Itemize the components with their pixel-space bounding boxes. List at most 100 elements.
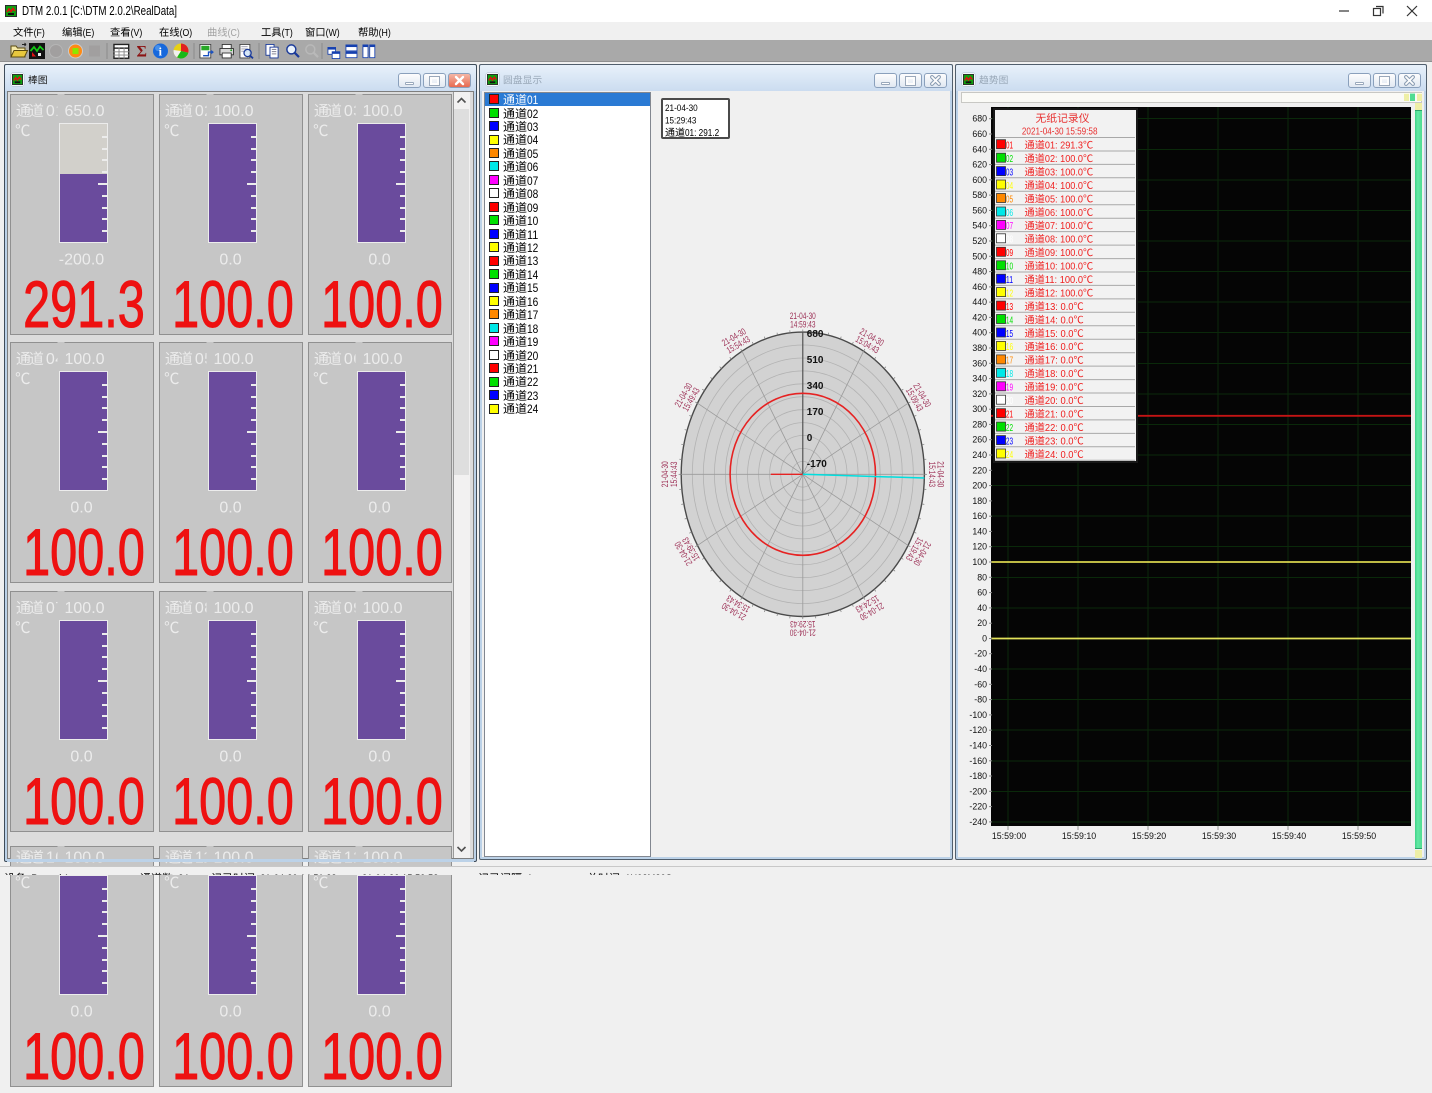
svg-text:08: 100.0: 08: 100.0 — [1045, 235, 1083, 246]
svg-text:08: 08 — [1006, 235, 1013, 246]
svg-text:17: 0.0: 17: 0.0 — [1045, 356, 1074, 367]
svg-text:06: 100.0: 06: 100.0 — [1045, 208, 1083, 219]
svg-text:-60: -60 — [974, 679, 987, 689]
svg-text:15:59:40: 15:59:40 — [1272, 831, 1306, 841]
svg-text:02: 02 — [1006, 154, 1013, 165]
svg-text:11: 100.0: 11: 100.0 — [1045, 275, 1083, 286]
svg-text:0: 0 — [982, 634, 987, 644]
svg-text:660: 660 — [972, 129, 987, 139]
svg-text:12: 12 — [1006, 288, 1013, 299]
svg-text:400: 400 — [972, 328, 987, 338]
svg-text:20: 20 — [1006, 396, 1013, 407]
svg-text:320: 320 — [972, 389, 987, 399]
svg-text:10: 100.0: 10: 100.0 — [1045, 262, 1083, 273]
svg-text:2021-04-30 15:59:58: 2021-04-30 15:59:58 — [1022, 126, 1098, 138]
svg-text:620: 620 — [972, 160, 987, 170]
svg-text:460: 460 — [972, 282, 987, 292]
svg-text:580: 580 — [972, 190, 987, 200]
svg-text:0.0: 0.0 — [219, 1004, 241, 1021]
svg-text:01: 01 — [1006, 141, 1013, 152]
svg-text:120: 120 — [972, 542, 987, 552]
svg-text:0.0: 0.0 — [368, 1004, 390, 1021]
svg-text:20: 0.0: 20: 0.0 — [1045, 396, 1074, 407]
svg-text:560: 560 — [972, 205, 987, 215]
svg-text:15: 0.0: 15: 0.0 — [1045, 329, 1074, 340]
svg-text:140: 140 — [972, 526, 987, 536]
svg-text:15:59:00: 15:59:00 — [992, 831, 1026, 841]
svg-text:11: 11 — [1006, 275, 1013, 286]
svg-text:380: 380 — [972, 343, 987, 353]
svg-text:260: 260 — [972, 435, 987, 445]
svg-text:540: 540 — [972, 221, 987, 231]
svg-text:17: 17 — [1006, 356, 1013, 367]
svg-text:05: 05 — [1006, 194, 1013, 205]
svg-text:60: 60 — [977, 588, 987, 598]
svg-text:160: 160 — [972, 511, 987, 521]
svg-text:03: 100.0: 03: 100.0 — [1045, 167, 1083, 178]
svg-text:19: 19 — [1006, 383, 1013, 394]
svg-text:480: 480 — [972, 267, 987, 277]
svg-text:12: 100.0: 12: 100.0 — [1045, 288, 1083, 299]
svg-text:520: 520 — [972, 236, 987, 246]
svg-text:15:59:20: 15:59:20 — [1132, 831, 1166, 841]
svg-text:22: 22 — [1006, 423, 1013, 434]
svg-text:09: 09 — [1006, 248, 1013, 259]
svg-text:21: 21 — [1006, 410, 1013, 421]
svg-text:680: 680 — [972, 114, 987, 124]
svg-text:18: 18 — [1006, 369, 1013, 380]
svg-text:600: 600 — [972, 175, 987, 185]
svg-text:0.0: 0.0 — [70, 1004, 92, 1021]
svg-text:09: 100.0: 09: 100.0 — [1045, 248, 1083, 259]
svg-text:-80: -80 — [974, 695, 987, 705]
svg-text:-160: -160 — [969, 756, 987, 766]
svg-text:23: 0.0: 23: 0.0 — [1045, 436, 1074, 447]
svg-text:15: 15 — [1006, 329, 1013, 340]
svg-text:22: 0.0: 22: 0.0 — [1045, 423, 1074, 434]
svg-text:21: 0.0: 21: 0.0 — [1045, 410, 1074, 421]
svg-text:340: 340 — [972, 374, 987, 384]
svg-text:19: 0.0: 19: 0.0 — [1045, 383, 1074, 394]
svg-text:-120: -120 — [969, 725, 987, 735]
svg-text:-140: -140 — [969, 741, 987, 751]
svg-text:220: 220 — [972, 465, 987, 475]
svg-text:240: 240 — [972, 450, 987, 460]
svg-text:-200: -200 — [969, 786, 987, 796]
svg-text:04: 100.0: 04: 100.0 — [1045, 181, 1083, 192]
svg-text:16: 0.0: 16: 0.0 — [1045, 342, 1074, 353]
svg-text:420: 420 — [972, 312, 987, 322]
svg-text:-220: -220 — [969, 802, 987, 812]
svg-text:15:59:50: 15:59:50 — [1342, 831, 1376, 841]
svg-text:500: 500 — [972, 251, 987, 261]
svg-text:80: 80 — [977, 572, 987, 582]
svg-text:180: 180 — [972, 496, 987, 506]
svg-text:15:59:10: 15:59:10 — [1062, 831, 1096, 841]
svg-text:-100: -100 — [969, 710, 987, 720]
svg-text:10: 10 — [1006, 262, 1013, 273]
svg-text:20: 20 — [977, 618, 987, 628]
svg-text:40: 40 — [977, 603, 987, 613]
svg-text:24: 24 — [1006, 450, 1013, 461]
svg-text:300: 300 — [972, 404, 987, 414]
svg-text:13: 13 — [1006, 302, 1013, 313]
svg-text:24: 0.0: 24: 0.0 — [1045, 450, 1074, 461]
svg-text:06: 06 — [1006, 208, 1013, 219]
svg-text:-20: -20 — [974, 649, 987, 659]
svg-text:01: 291.3: 01: 291.3 — [1045, 141, 1083, 152]
svg-text:360: 360 — [972, 358, 987, 368]
svg-text:440: 440 — [972, 297, 987, 307]
svg-text:07: 07 — [1006, 221, 1013, 232]
svg-text:200: 200 — [972, 481, 987, 491]
svg-text:-40: -40 — [974, 664, 987, 674]
svg-text:13: 0.0: 13: 0.0 — [1045, 302, 1074, 313]
svg-text:02: 100.0: 02: 100.0 — [1045, 154, 1083, 165]
svg-text:16: 16 — [1006, 342, 1013, 353]
svg-text:14: 14 — [1006, 315, 1013, 326]
svg-text:05: 100.0: 05: 100.0 — [1045, 194, 1083, 205]
svg-text:14: 0.0: 14: 0.0 — [1045, 315, 1074, 326]
svg-text:04: 04 — [1006, 181, 1013, 192]
svg-text:03: 03 — [1006, 167, 1013, 178]
svg-text:15:59:30: 15:59:30 — [1202, 831, 1236, 841]
svg-text:100: 100 — [972, 557, 987, 567]
svg-text:23: 23 — [1006, 436, 1013, 447]
svg-text:640: 640 — [972, 144, 987, 154]
